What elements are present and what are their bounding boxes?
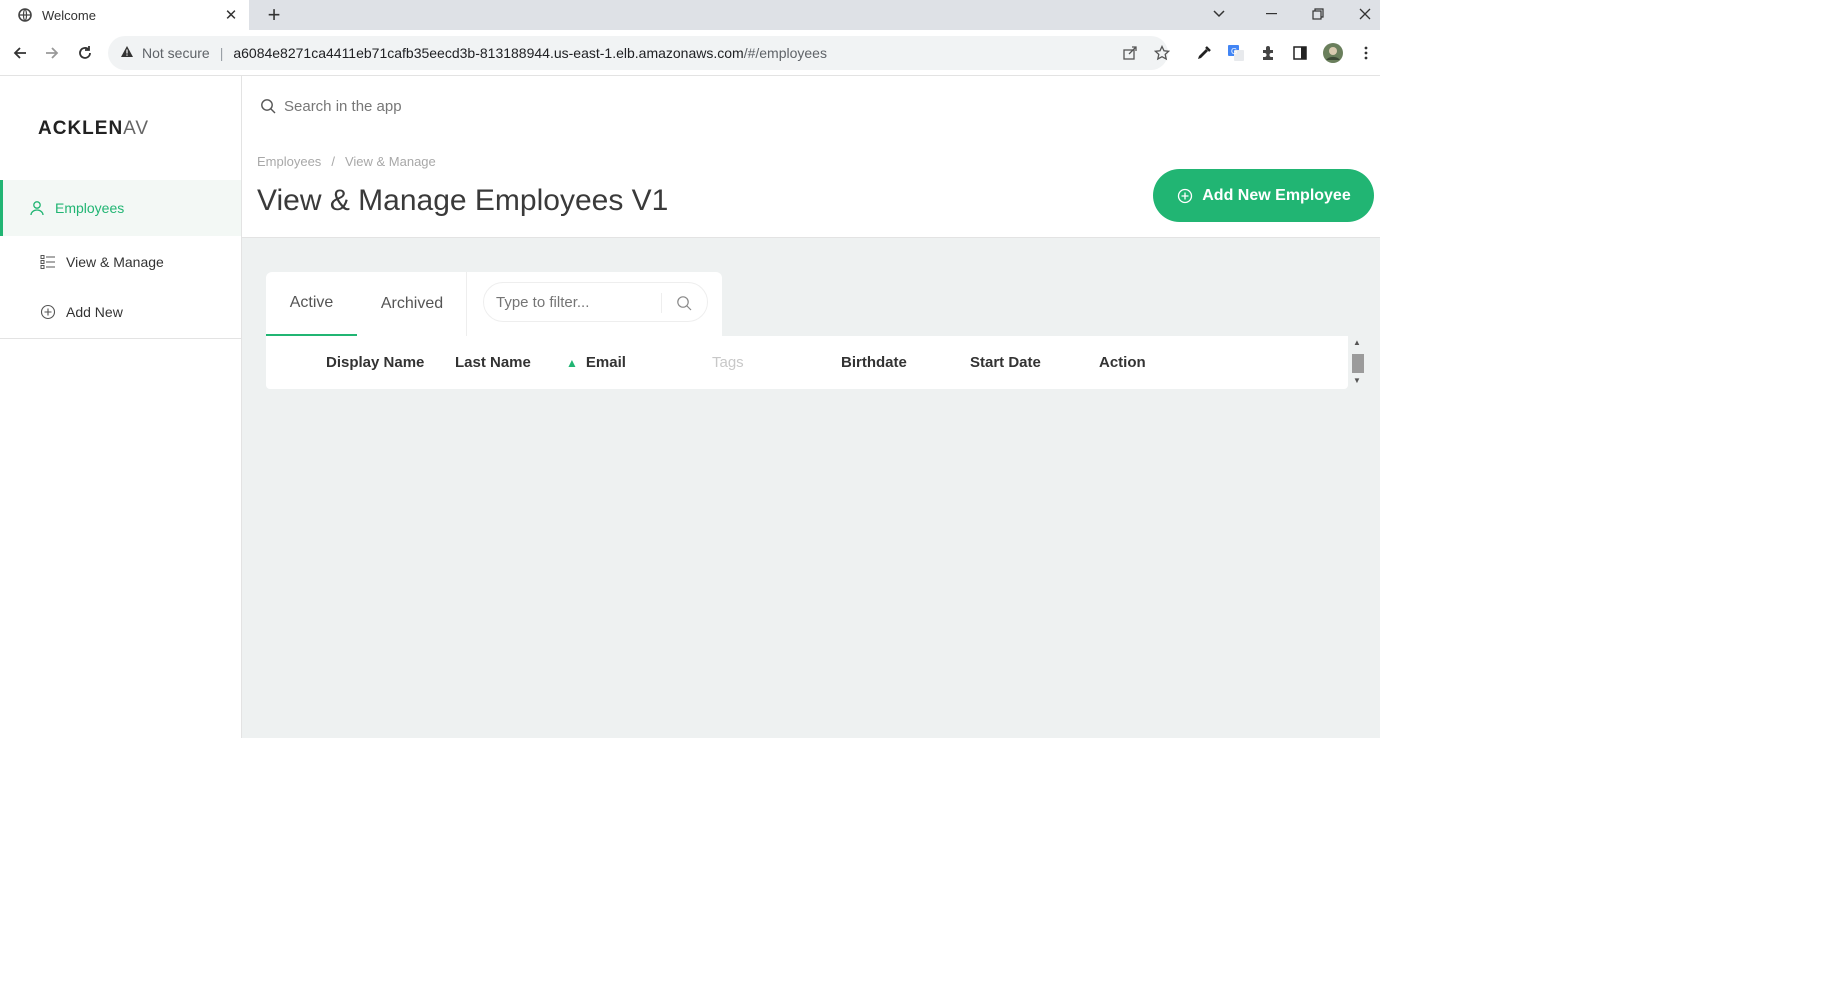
app-logo[interactable]: ACKLENAV xyxy=(38,118,149,140)
column-email[interactable]: ▲ Email xyxy=(566,336,626,389)
filter-input[interactable] xyxy=(494,292,659,312)
security-label[interactable]: Not secure xyxy=(142,45,210,61)
breadcrumb: Employees / View & Manage xyxy=(257,154,436,169)
reload-icon[interactable] xyxy=(73,41,97,65)
main-content: Search in the app Employees / View & Manag… xyxy=(242,76,1380,738)
plus-circle-icon xyxy=(1176,187,1194,205)
sidebar: ACKLENAV Employees View & Manage Add New xyxy=(0,76,242,738)
sidebar-item-label: View & Manage xyxy=(66,254,164,270)
add-new-employee-button[interactable]: Add New Employee xyxy=(1153,169,1374,222)
back-icon[interactable] xyxy=(8,41,32,65)
url-path: /#/employees xyxy=(743,45,827,61)
column-action[interactable]: Action xyxy=(1099,336,1146,389)
tab-strip: Welcome ✕ + xyxy=(0,0,1380,30)
add-button-label: Add New Employee xyxy=(1202,186,1351,204)
filter-box[interactable] xyxy=(483,282,708,322)
search-icon[interactable] xyxy=(661,293,699,313)
browser-toolbar: Not secure | a6084e8271ca4411eb71cafb35e… xyxy=(0,30,1380,76)
address-bar[interactable]: Not secure | a6084e8271ca4411eb71cafb35e… xyxy=(108,36,1168,70)
sidebar-divider xyxy=(0,338,241,339)
logo-text-light: AV xyxy=(123,118,150,139)
svg-text:G: G xyxy=(1231,47,1237,56)
breadcrumb-separator: / xyxy=(331,154,335,169)
close-window-icon[interactable] xyxy=(1345,0,1385,28)
tab-archived[interactable]: Archived xyxy=(357,272,467,336)
column-start-date[interactable]: Start Date xyxy=(970,336,1041,389)
user-icon xyxy=(27,198,47,218)
address-divider: | xyxy=(219,45,224,61)
extensions-icon[interactable] xyxy=(1256,41,1280,65)
sidebar-item-add-new[interactable]: Add New xyxy=(0,284,241,340)
app-search[interactable]: Search in the app xyxy=(258,88,1088,124)
breadcrumb-employees[interactable]: Employees xyxy=(257,154,321,169)
sidepanel-icon[interactable] xyxy=(1288,41,1312,65)
browser-tab[interactable]: Welcome ✕ xyxy=(0,0,249,30)
close-tab-icon[interactable]: ✕ xyxy=(223,6,239,24)
plus-circle-icon xyxy=(38,302,58,322)
column-last-name[interactable]: Last Name xyxy=(455,336,531,389)
url-host: a6084e8271ca4411eb71cafb35eecd3b-8131889… xyxy=(233,45,744,61)
list-icon xyxy=(38,252,58,272)
star-icon[interactable] xyxy=(1150,41,1174,65)
column-tags[interactable]: Tags xyxy=(712,336,744,389)
search-input[interactable]: Search in the app xyxy=(284,98,402,115)
page-title: View & Manage Employees V1 xyxy=(257,184,669,217)
sidebar-item-label: Employees xyxy=(55,200,125,216)
menu-icon[interactable] xyxy=(1354,41,1378,65)
sidebar-item-label: Add New xyxy=(66,304,123,320)
minimize-icon[interactable] xyxy=(1252,0,1292,28)
tab-active[interactable]: Active xyxy=(266,272,357,336)
new-tab-button[interactable]: + xyxy=(262,3,286,27)
sidebar-item-employees[interactable]: Employees xyxy=(0,180,241,236)
profile-avatar[interactable] xyxy=(1321,41,1345,65)
tab-divider xyxy=(466,272,467,336)
sort-ascending-icon[interactable]: ▲ xyxy=(566,356,578,370)
breadcrumb-view-manage[interactable]: View & Manage xyxy=(345,154,436,169)
restore-icon[interactable] xyxy=(1298,0,1338,28)
employees-grid-card: Active Archived Display Name Last Name ▲ xyxy=(266,272,1364,389)
search-icon xyxy=(258,96,278,116)
grid-tabs: Active Archived xyxy=(266,272,722,336)
globe-icon xyxy=(18,8,32,22)
eyedropper-icon[interactable] xyxy=(1192,41,1216,65)
share-icon[interactable] xyxy=(1118,41,1142,65)
translate-icon[interactable]: G xyxy=(1224,41,1248,65)
forward-icon[interactable] xyxy=(40,41,64,65)
browser-window: Welcome ✕ + Not secure | a6084e8271ca441… xyxy=(0,0,1380,738)
app-root: ACKLENAV Employees View & Manage Add New xyxy=(0,76,1380,738)
warning-icon[interactable] xyxy=(120,45,134,61)
scroll-up-icon[interactable]: ▲ xyxy=(1353,338,1361,347)
column-display-name[interactable]: Display Name xyxy=(326,336,424,389)
sidebar-item-view-manage[interactable]: View & Manage xyxy=(0,234,241,290)
grid-header: Display Name Last Name ▲ Email Tags Birt… xyxy=(266,336,1348,389)
tab-title: Welcome xyxy=(42,7,96,23)
page-header: Search in the app Employees / View & Manag… xyxy=(242,76,1380,238)
scroll-down-icon[interactable]: ▼ xyxy=(1353,376,1361,385)
tab-search-icon[interactable] xyxy=(1199,0,1239,28)
column-birthdate[interactable]: Birthdate xyxy=(841,336,907,389)
column-email-label: Email xyxy=(585,354,626,371)
scroll-thumb[interactable] xyxy=(1352,354,1364,373)
logo-text-bold: ACKLEN xyxy=(38,118,124,139)
grid-scrollbar[interactable]: ▲ ▼ xyxy=(1350,336,1364,389)
